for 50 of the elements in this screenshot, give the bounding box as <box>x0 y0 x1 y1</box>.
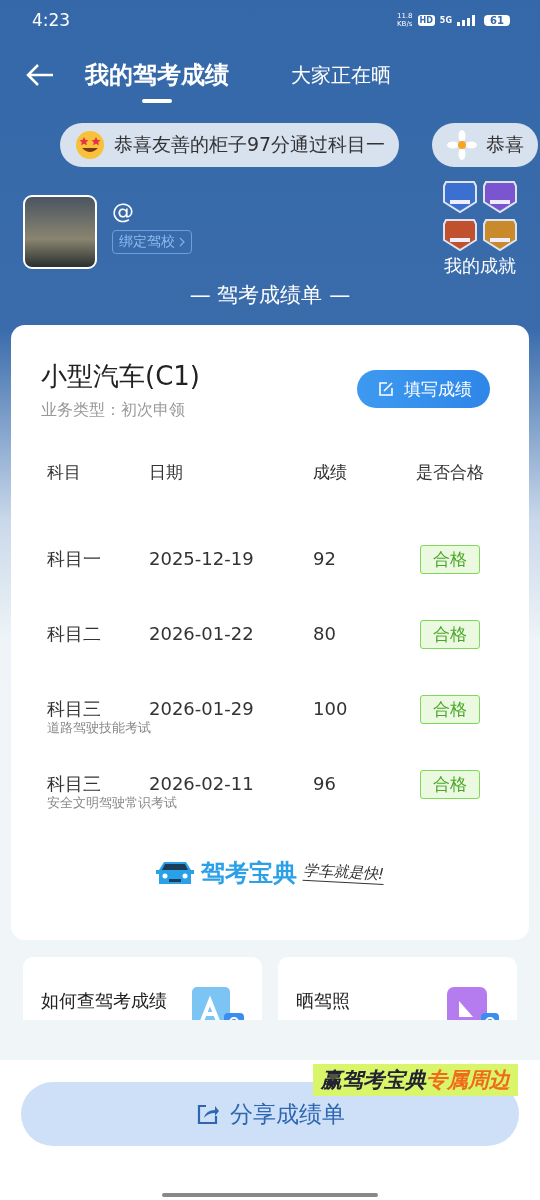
tab[interactable]: 大家正在晒 <box>291 61 391 101</box>
column-header: 是否合格 <box>416 461 485 484</box>
battery-indicator: 61 <box>484 14 510 26</box>
subject-cell-text: 科目二 <box>47 622 102 646</box>
network-type: 5G <box>439 15 452 25</box>
result-tag: 合格 <box>420 619 480 649</box>
column-header: 成绩 <box>313 461 348 484</box>
promo-banner[interactable]: 赢驾考宝典专属周边 <box>313 1064 518 1096</box>
star-eyes-face-icon <box>75 130 105 160</box>
date-cell-text: 2026-02-11 <box>149 772 255 796</box>
subject-cell-text: 科目三 <box>47 697 102 721</box>
subject-cell-text: 科目一 <box>47 547 102 571</box>
exam-note: 安全文明驾驶常识考试 <box>47 794 178 812</box>
car-icon <box>155 860 196 886</box>
edit-icon <box>378 381 394 397</box>
achievements-link[interactable]: 我的成就 <box>444 254 516 278</box>
section-title: — 驾考成绩单 — <box>188 282 352 309</box>
result-tag: 合格 <box>420 769 480 799</box>
date-cell-text: 2026-01-29 <box>149 697 255 721</box>
vehicle-type: 小型汽车(C1) <box>41 360 200 393</box>
result-tag: 合格 <box>420 544 480 574</box>
document-search-icon <box>190 985 246 1020</box>
date-cell-text: 2026-01-22 <box>149 622 255 646</box>
column-header: 日期 <box>149 461 184 484</box>
exam-note: 道路驾驶技能考试 <box>47 719 152 737</box>
fill-score-button[interactable]: 填写成绩 <box>357 370 490 408</box>
score-cell-text: 92 <box>313 547 337 571</box>
date-cell-text: 2025-12-19 <box>149 547 255 571</box>
score-cell-text: 100 <box>313 697 349 721</box>
subject-cell-text: 科目三 <box>47 772 102 796</box>
notice-pill: 恭喜友善的柜子97分通过科目一 <box>60 123 400 167</box>
tab[interactable]: 我的驾考成绩 <box>85 59 229 103</box>
share-icon <box>195 1102 220 1126</box>
user-handle: @ <box>112 199 134 224</box>
notice-pill: 恭喜 <box>432 123 539 167</box>
result-tag: 合格 <box>420 694 480 724</box>
link-card[interactable]: 如何查驾考成绩 <box>23 957 262 1020</box>
image-icon <box>445 985 501 1020</box>
clock-time: 4:23 <box>32 10 71 30</box>
business-type: 业务类型：初次申领 <box>41 400 186 421</box>
brand-name: 驾考宝典 <box>201 858 298 889</box>
chevron-right-icon <box>179 237 185 247</box>
back-arrow-icon <box>25 63 55 87</box>
hd-indicator: HD <box>417 14 435 26</box>
score-cell-text: 96 <box>313 772 337 796</box>
column-header: 科目 <box>47 461 82 484</box>
flower-icon <box>447 130 478 160</box>
score-cell-text: 80 <box>313 622 337 646</box>
link-card[interactable]: 晒驾照 <box>278 957 517 1020</box>
brand-slogan: 学车就是快! <box>303 860 385 886</box>
